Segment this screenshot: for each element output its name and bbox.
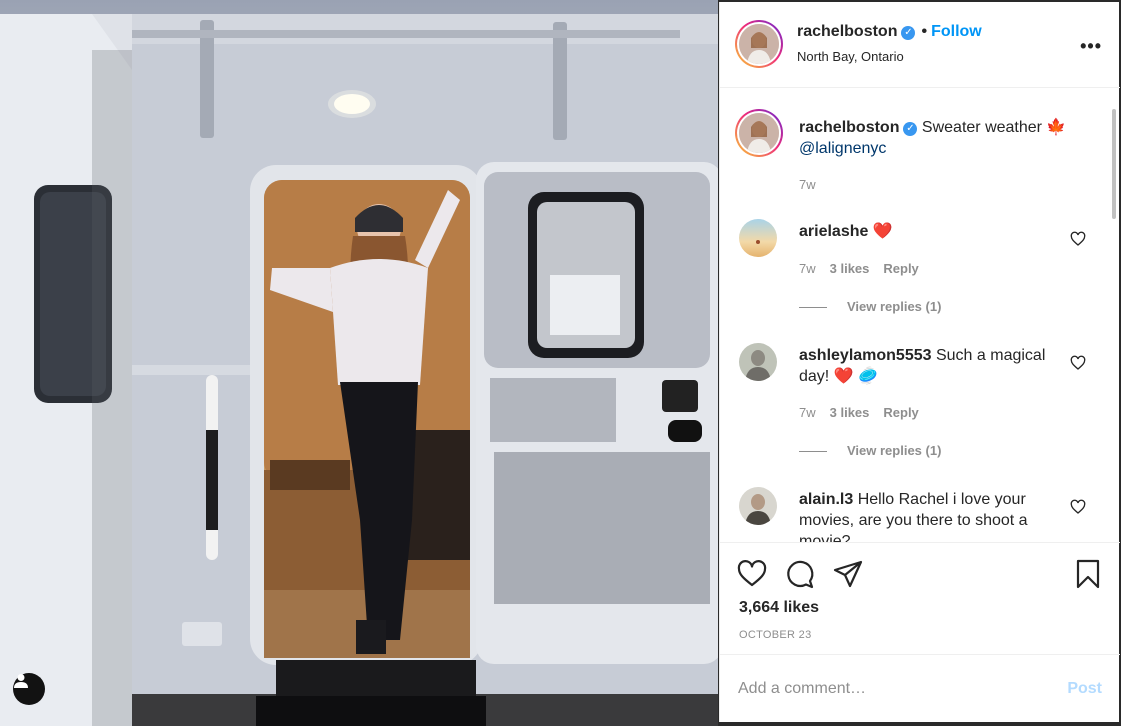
post-date[interactable]: OCTOBER 23 bbox=[739, 629, 812, 641]
comment-likes[interactable]: 3 likes bbox=[830, 261, 870, 276]
person-icon bbox=[14, 674, 28, 688]
rv-door-scene bbox=[0, 14, 718, 726]
caption-text: Sweater weather 🍁 bbox=[921, 119, 1067, 136]
post-comment-button[interactable]: Post bbox=[1067, 680, 1102, 698]
post-actions: 3,664 likes OCTOBER 23 bbox=[720, 542, 1120, 654]
heart-icon[interactable] bbox=[736, 558, 768, 590]
post-side-panel: rachelboston ✓ • Follow North Bay, Ontario … bbox=[719, 2, 1120, 722]
verified-badge-icon: ✓ bbox=[903, 122, 918, 136]
author-avatar-image bbox=[739, 24, 779, 64]
comment-meta: 7w 3 likes Reply bbox=[799, 405, 933, 420]
view-replies-label: View replies (1) bbox=[847, 299, 942, 314]
bookmark-icon[interactable] bbox=[1072, 558, 1104, 590]
comment-like-heart-icon[interactable] bbox=[1070, 355, 1086, 371]
comment-text: ❤️ bbox=[872, 223, 893, 240]
caption-meta: 7w bbox=[799, 177, 830, 192]
comment-username[interactable]: ashleylamon5553 bbox=[799, 347, 932, 364]
likes-count[interactable]: 3,664 likes bbox=[739, 599, 819, 617]
author-username[interactable]: rachelboston bbox=[797, 23, 897, 40]
reply-button[interactable]: Reply bbox=[883, 405, 918, 420]
comment-likes[interactable]: 3 likes bbox=[830, 405, 870, 420]
post-header: rachelboston ✓ • Follow North Bay, Ontario … bbox=[720, 2, 1120, 88]
verified-badge-icon: ✓ bbox=[901, 26, 916, 40]
commenter-avatar[interactable] bbox=[739, 343, 777, 381]
follow-button[interactable]: Follow bbox=[931, 23, 982, 40]
comment-username[interactable]: alain.l3 bbox=[799, 491, 853, 508]
view-replies-button[interactable]: View replies (1) bbox=[799, 299, 941, 314]
replies-divider bbox=[799, 307, 827, 309]
comment-time[interactable]: 7w bbox=[799, 405, 816, 420]
user-tag-button[interactable] bbox=[13, 673, 45, 705]
comment-icon[interactable] bbox=[784, 558, 816, 590]
comment-text-block: arielashe ❤️ bbox=[799, 221, 1069, 242]
post-photo[interactable] bbox=[0, 0, 718, 726]
add-comment-bar: Post bbox=[720, 654, 1120, 722]
commenter-avatar[interactable] bbox=[739, 219, 777, 257]
comment-meta: 7w 3 likes Reply bbox=[799, 261, 933, 276]
comment-username[interactable]: arielashe bbox=[799, 223, 868, 240]
view-replies-button[interactable]: View replies (1) bbox=[799, 443, 941, 458]
comment-like-heart-icon[interactable] bbox=[1070, 499, 1086, 515]
author-name-row: rachelboston ✓ • Follow bbox=[797, 23, 982, 41]
caption-mention[interactable]: @lalignenyc bbox=[799, 140, 886, 157]
caption-avatar-image bbox=[739, 113, 779, 153]
paper-plane-icon[interactable] bbox=[832, 558, 864, 590]
separator-dot: • bbox=[921, 23, 928, 40]
comment-input[interactable] bbox=[738, 677, 1038, 701]
post-location[interactable]: North Bay, Ontario bbox=[797, 49, 904, 64]
caption-text-block: rachelboston ✓ Sweater weather 🍁 @laligne… bbox=[799, 117, 1069, 159]
caption-avatar[interactable] bbox=[735, 109, 783, 157]
comments-list[interactable]: rachelboston ✓ Sweater weather 🍁 @laligne… bbox=[720, 89, 1120, 542]
caption-username[interactable]: rachelboston bbox=[799, 119, 899, 136]
comment-text-block: alain.l3 Hello Rachel i love your movies… bbox=[799, 489, 1069, 542]
reply-button[interactable]: Reply bbox=[883, 261, 918, 276]
more-options-button[interactable]: ••• bbox=[1080, 36, 1102, 57]
comment-time[interactable]: 7w bbox=[799, 261, 816, 276]
caption-time[interactable]: 7w bbox=[799, 177, 816, 192]
comment-text-block: ashleylamon5553 Such a magical day! ❤️ 🥏 bbox=[799, 345, 1069, 387]
replies-divider bbox=[799, 451, 827, 453]
author-avatar[interactable] bbox=[735, 20, 783, 68]
comment-like-heart-icon[interactable] bbox=[1070, 231, 1086, 247]
commenter-avatar[interactable] bbox=[739, 487, 777, 525]
comments-scrollbar[interactable] bbox=[1112, 109, 1116, 219]
view-replies-label: View replies (1) bbox=[847, 443, 942, 458]
